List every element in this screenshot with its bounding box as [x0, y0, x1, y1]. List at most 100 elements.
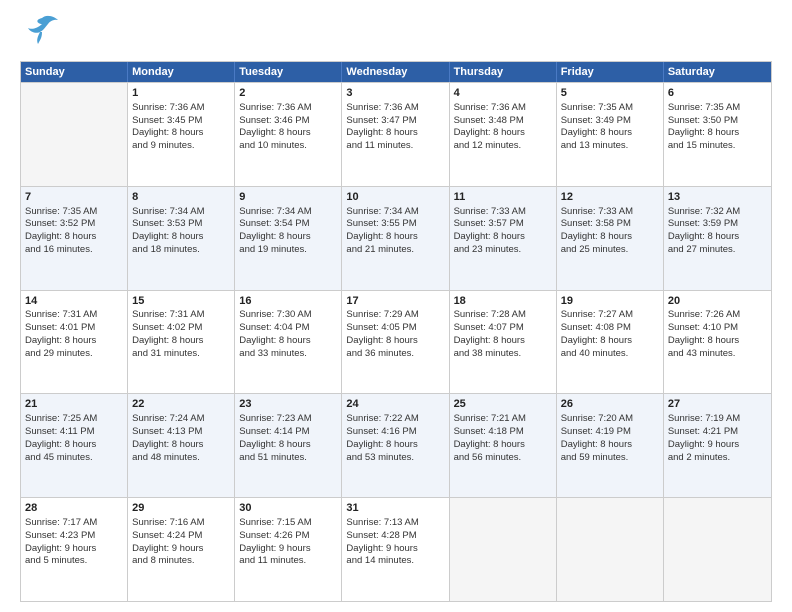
- day-number: 13: [668, 190, 767, 205]
- day-info-line: Daylight: 8 hours: [346, 127, 444, 140]
- day-info-line: Daylight: 8 hours: [239, 335, 337, 348]
- day-info-line: Sunrise: 7:34 AM: [239, 206, 337, 219]
- day-info-line: Sunrise: 7:22 AM: [346, 413, 444, 426]
- day-info-line: Daylight: 8 hours: [454, 127, 552, 140]
- day-info-line: Daylight: 9 hours: [668, 439, 767, 452]
- day-number: 7: [25, 190, 123, 205]
- day-info-line: Sunset: 4:07 PM: [454, 322, 552, 335]
- day-info-line: Sunrise: 7:34 AM: [346, 206, 444, 219]
- day-info-line: and 27 minutes.: [668, 244, 767, 257]
- day-info-line: Daylight: 8 hours: [132, 439, 230, 452]
- day-info-line: Sunrise: 7:24 AM: [132, 413, 230, 426]
- day-info-line: Sunset: 3:57 PM: [454, 218, 552, 231]
- day-info-line: Sunrise: 7:21 AM: [454, 413, 552, 426]
- day-cell-18: 18Sunrise: 7:28 AMSunset: 4:07 PMDayligh…: [450, 291, 557, 394]
- day-header-saturday: Saturday: [664, 62, 771, 82]
- day-info-line: and 11 minutes.: [346, 140, 444, 153]
- day-info-line: Daylight: 8 hours: [668, 127, 767, 140]
- day-info-line: Sunrise: 7:36 AM: [239, 102, 337, 115]
- day-info-line: Daylight: 8 hours: [25, 439, 123, 452]
- empty-cell: [21, 83, 128, 186]
- day-info-line: Sunrise: 7:31 AM: [25, 309, 123, 322]
- day-number: 19: [561, 294, 659, 309]
- calendar-row: 28Sunrise: 7:17 AMSunset: 4:23 PMDayligh…: [21, 497, 771, 601]
- day-info-line: Sunset: 3:48 PM: [454, 115, 552, 128]
- day-info-line: Daylight: 8 hours: [561, 231, 659, 244]
- day-info-line: Daylight: 8 hours: [561, 127, 659, 140]
- day-info-line: Sunrise: 7:36 AM: [346, 102, 444, 115]
- day-number: 30: [239, 501, 337, 516]
- day-cell-28: 28Sunrise: 7:17 AMSunset: 4:23 PMDayligh…: [21, 498, 128, 601]
- day-info-line: and 19 minutes.: [239, 244, 337, 257]
- day-number: 31: [346, 501, 444, 516]
- day-number: 21: [25, 397, 123, 412]
- day-header-monday: Monday: [128, 62, 235, 82]
- day-info-line: Sunset: 4:28 PM: [346, 530, 444, 543]
- day-info-line: Sunrise: 7:36 AM: [132, 102, 230, 115]
- day-info-line: Daylight: 9 hours: [132, 543, 230, 556]
- day-info-line: and 15 minutes.: [668, 140, 767, 153]
- day-number: 11: [454, 190, 552, 205]
- calendar-body: 1Sunrise: 7:36 AMSunset: 3:45 PMDaylight…: [21, 82, 771, 601]
- day-header-wednesday: Wednesday: [342, 62, 449, 82]
- day-info-line: Daylight: 8 hours: [561, 439, 659, 452]
- day-info-line: Sunrise: 7:35 AM: [25, 206, 123, 219]
- day-info-line: Sunset: 3:49 PM: [561, 115, 659, 128]
- day-info-line: Sunset: 3:58 PM: [561, 218, 659, 231]
- day-number: 20: [668, 294, 767, 309]
- day-info-line: Sunset: 4:14 PM: [239, 426, 337, 439]
- day-info-line: Sunrise: 7:13 AM: [346, 517, 444, 530]
- day-info-line: Sunrise: 7:26 AM: [668, 309, 767, 322]
- day-info-line: Sunrise: 7:29 AM: [346, 309, 444, 322]
- day-info-line: Daylight: 8 hours: [132, 127, 230, 140]
- day-cell-15: 15Sunrise: 7:31 AMSunset: 4:02 PMDayligh…: [128, 291, 235, 394]
- day-number: 14: [25, 294, 123, 309]
- day-cell-19: 19Sunrise: 7:27 AMSunset: 4:08 PMDayligh…: [557, 291, 664, 394]
- day-info-line: Sunset: 3:53 PM: [132, 218, 230, 231]
- calendar-header: SundayMondayTuesdayWednesdayThursdayFrid…: [21, 62, 771, 82]
- day-cell-30: 30Sunrise: 7:15 AMSunset: 4:26 PMDayligh…: [235, 498, 342, 601]
- day-info-line: Sunset: 4:16 PM: [346, 426, 444, 439]
- day-info-line: Sunset: 3:52 PM: [25, 218, 123, 231]
- day-info-line: and 5 minutes.: [25, 555, 123, 568]
- day-info-line: Sunset: 4:18 PM: [454, 426, 552, 439]
- day-info-line: Sunset: 4:08 PM: [561, 322, 659, 335]
- day-info-line: Sunrise: 7:30 AM: [239, 309, 337, 322]
- empty-cell: [450, 498, 557, 601]
- day-info-line: Daylight: 8 hours: [25, 231, 123, 244]
- day-info-line: Sunrise: 7:25 AM: [25, 413, 123, 426]
- day-number: 16: [239, 294, 337, 309]
- day-header-sunday: Sunday: [21, 62, 128, 82]
- day-info-line: Daylight: 8 hours: [239, 231, 337, 244]
- day-info-line: Sunrise: 7:32 AM: [668, 206, 767, 219]
- calendar: SundayMondayTuesdayWednesdayThursdayFrid…: [20, 61, 772, 602]
- day-info-line: and 59 minutes.: [561, 452, 659, 465]
- day-number: 10: [346, 190, 444, 205]
- day-info-line: Sunset: 3:54 PM: [239, 218, 337, 231]
- day-info-line: Daylight: 8 hours: [454, 231, 552, 244]
- day-cell-4: 4Sunrise: 7:36 AMSunset: 3:48 PMDaylight…: [450, 83, 557, 186]
- day-info-line: Sunset: 4:11 PM: [25, 426, 123, 439]
- day-info-line: and 48 minutes.: [132, 452, 230, 465]
- day-cell-26: 26Sunrise: 7:20 AMSunset: 4:19 PMDayligh…: [557, 394, 664, 497]
- day-info-line: and 36 minutes.: [346, 348, 444, 361]
- day-info-line: and 40 minutes.: [561, 348, 659, 361]
- day-cell-13: 13Sunrise: 7:32 AMSunset: 3:59 PMDayligh…: [664, 187, 771, 290]
- day-info-line: and 21 minutes.: [346, 244, 444, 257]
- day-info-line: Sunrise: 7:20 AM: [561, 413, 659, 426]
- day-number: 28: [25, 501, 123, 516]
- day-cell-8: 8Sunrise: 7:34 AMSunset: 3:53 PMDaylight…: [128, 187, 235, 290]
- day-info-line: Daylight: 8 hours: [132, 231, 230, 244]
- day-number: 27: [668, 397, 767, 412]
- day-cell-14: 14Sunrise: 7:31 AMSunset: 4:01 PMDayligh…: [21, 291, 128, 394]
- day-info-line: and 16 minutes.: [25, 244, 123, 257]
- day-number: 5: [561, 86, 659, 101]
- day-info-line: Daylight: 8 hours: [25, 335, 123, 348]
- empty-cell: [664, 498, 771, 601]
- day-info-line: Sunset: 4:10 PM: [668, 322, 767, 335]
- day-info-line: and 12 minutes.: [454, 140, 552, 153]
- day-info-line: Daylight: 8 hours: [239, 439, 337, 452]
- day-cell-31: 31Sunrise: 7:13 AMSunset: 4:28 PMDayligh…: [342, 498, 449, 601]
- day-info-line: Sunset: 3:45 PM: [132, 115, 230, 128]
- day-info-line: and 11 minutes.: [239, 555, 337, 568]
